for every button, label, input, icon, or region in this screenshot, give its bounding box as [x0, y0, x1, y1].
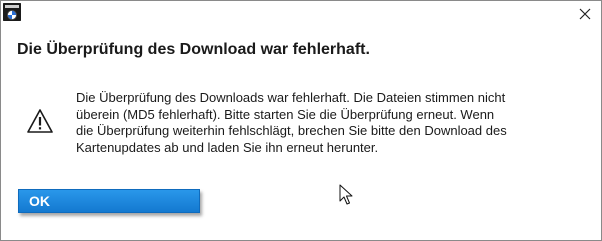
mouse-cursor-icon: [339, 184, 353, 206]
ok-button[interactable]: OK: [18, 189, 200, 213]
dialog-heading: Die Überprüfung des Download war fehlerh…: [17, 41, 370, 58]
bmw-logo-icon: [3, 3, 21, 21]
title-bar: [1, 1, 601, 29]
dialog-message: Die Überprüfung des Downloads war fehler…: [76, 90, 507, 155]
warning-icon: [26, 108, 54, 134]
error-dialog: Die Überprüfung des Download war fehlerh…: [0, 0, 602, 241]
close-icon[interactable]: [577, 6, 593, 22]
